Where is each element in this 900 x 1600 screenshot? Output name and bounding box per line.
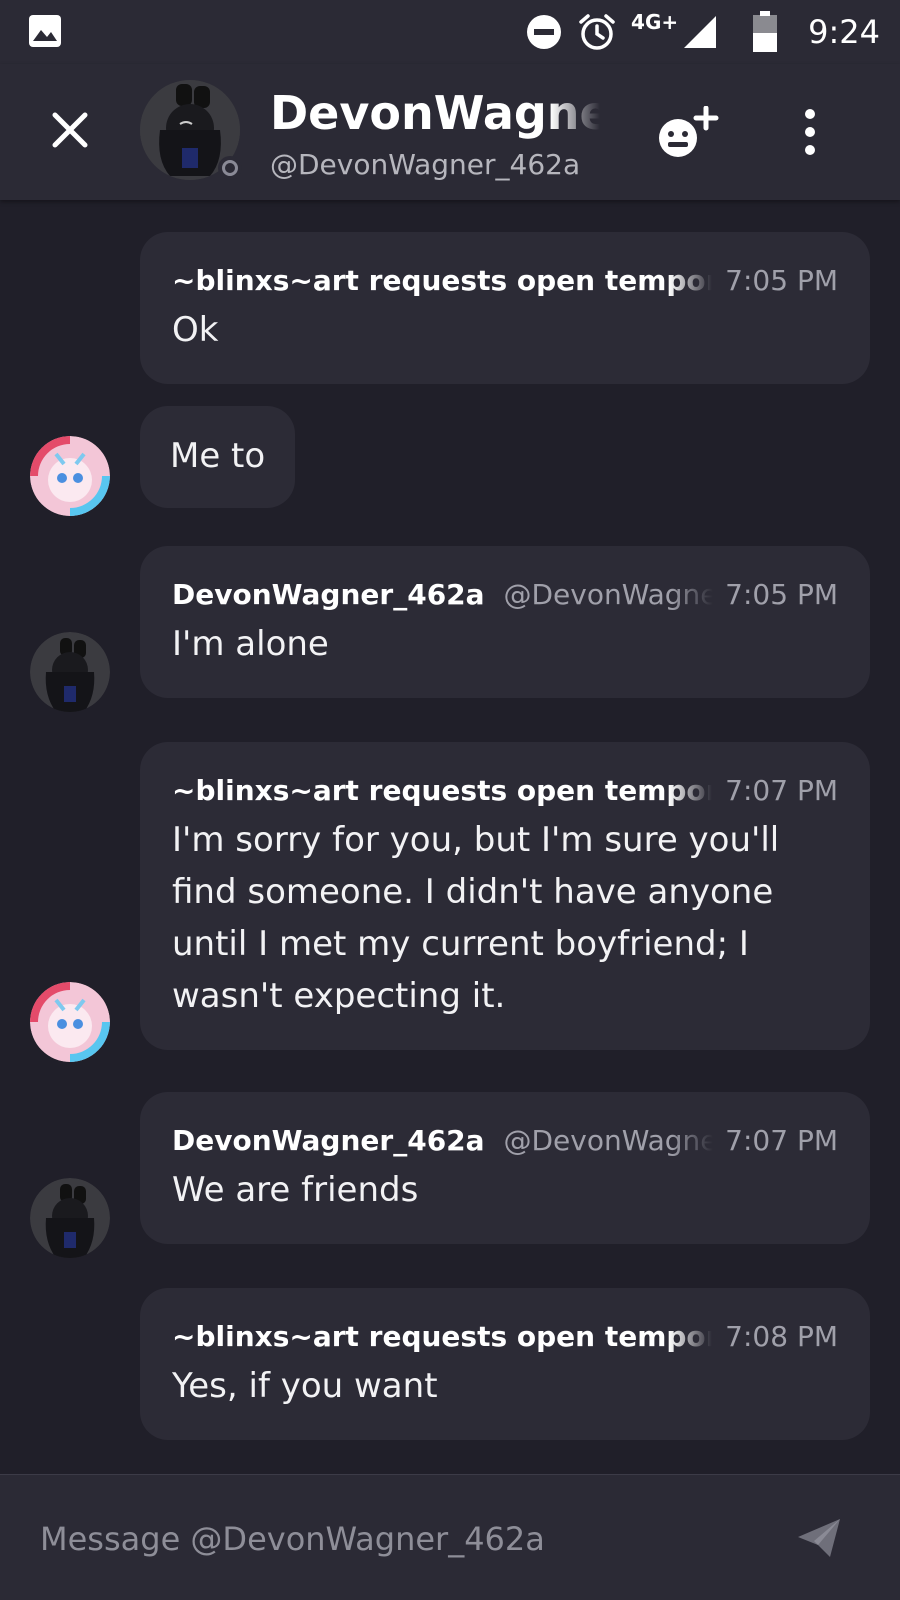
signal-icon (684, 16, 717, 48)
add-friend-button[interactable] (656, 105, 720, 160)
battery-icon (753, 11, 778, 52)
message-time: 7:08 PM (725, 1320, 838, 1353)
message-author[interactable]: ~blinxs~art requests open tempora (172, 774, 712, 807)
message-time: 7:05 PM (725, 264, 838, 297)
message-list[interactable]: ~blinxs~art requests open tempora 7:05 P… (0, 200, 900, 1474)
alarm-icon (579, 14, 615, 50)
message-bubble[interactable]: DevonWagner_462a @DevonWagner 7:05 PM I'… (140, 546, 870, 698)
send-icon (798, 1519, 840, 1557)
close-button[interactable] (46, 106, 94, 154)
message-text: We are friends (172, 1170, 419, 1210)
clock: 9:24 (808, 13, 880, 51)
message-bubble[interactable]: Me to (140, 406, 296, 508)
message-text: Me to (170, 436, 266, 476)
online-status-indicator (218, 156, 242, 180)
more-options-button[interactable] (790, 104, 830, 160)
message-bubble[interactable]: DevonWagner_462a @DevonWagner 7:07 PM We… (140, 1092, 870, 1244)
message-author[interactable]: DevonWagner_462a (172, 1124, 485, 1157)
chat-screen: 4G+ 9:24 DevonWagner @DevonWagner_462a ~… (0, 0, 900, 1600)
message-text: I'm alone (172, 624, 329, 664)
gallery-icon (29, 15, 61, 47)
message-text: Ok (172, 310, 219, 350)
avatar[interactable] (30, 1178, 110, 1258)
status-bar: 4G+ 9:24 (0, 0, 900, 64)
message-text: Yes, if you want (172, 1366, 438, 1406)
message-time: 7:05 PM (725, 578, 838, 611)
page-title: DevonWagner (270, 86, 600, 140)
avatar[interactable] (30, 436, 110, 516)
avatar[interactable] (30, 632, 110, 712)
message-bubble[interactable]: ~blinxs~art requests open tempora 7:08 P… (140, 1288, 870, 1440)
message-text: I'm sorry for you, but I'm sure you'll f… (172, 820, 780, 1016)
message-bubble[interactable]: ~blinxs~art requests open tempora 7:05 P… (140, 232, 870, 384)
message-time: 7:07 PM (725, 774, 838, 807)
close-icon (52, 112, 88, 148)
add-friend-icon (659, 105, 719, 157)
network-type: 4G+ (631, 10, 679, 34)
send-button[interactable] (796, 1517, 842, 1559)
message-handle: @DevonWagner (503, 578, 714, 611)
chat-header: DevonWagner @DevonWagner_462a (0, 64, 900, 200)
message-author[interactable]: ~blinxs~art requests open tempora (172, 1320, 712, 1353)
avatar[interactable] (30, 982, 110, 1062)
message-input[interactable] (40, 1511, 760, 1567)
message-handle: @DevonWagner (503, 1124, 714, 1157)
message-composer (0, 1474, 900, 1600)
more-vert-icon (805, 109, 815, 155)
message-author[interactable]: DevonWagner_462a (172, 578, 485, 611)
do-not-disturb-icon (527, 15, 562, 49)
message-bubble[interactable]: ~blinxs~art requests open tempora 7:07 P… (140, 742, 870, 1050)
message-time: 7:07 PM (725, 1124, 838, 1157)
message-author[interactable]: ~blinxs~art requests open tempora (172, 264, 712, 297)
header-handle: @DevonWagner_462a (270, 148, 581, 181)
